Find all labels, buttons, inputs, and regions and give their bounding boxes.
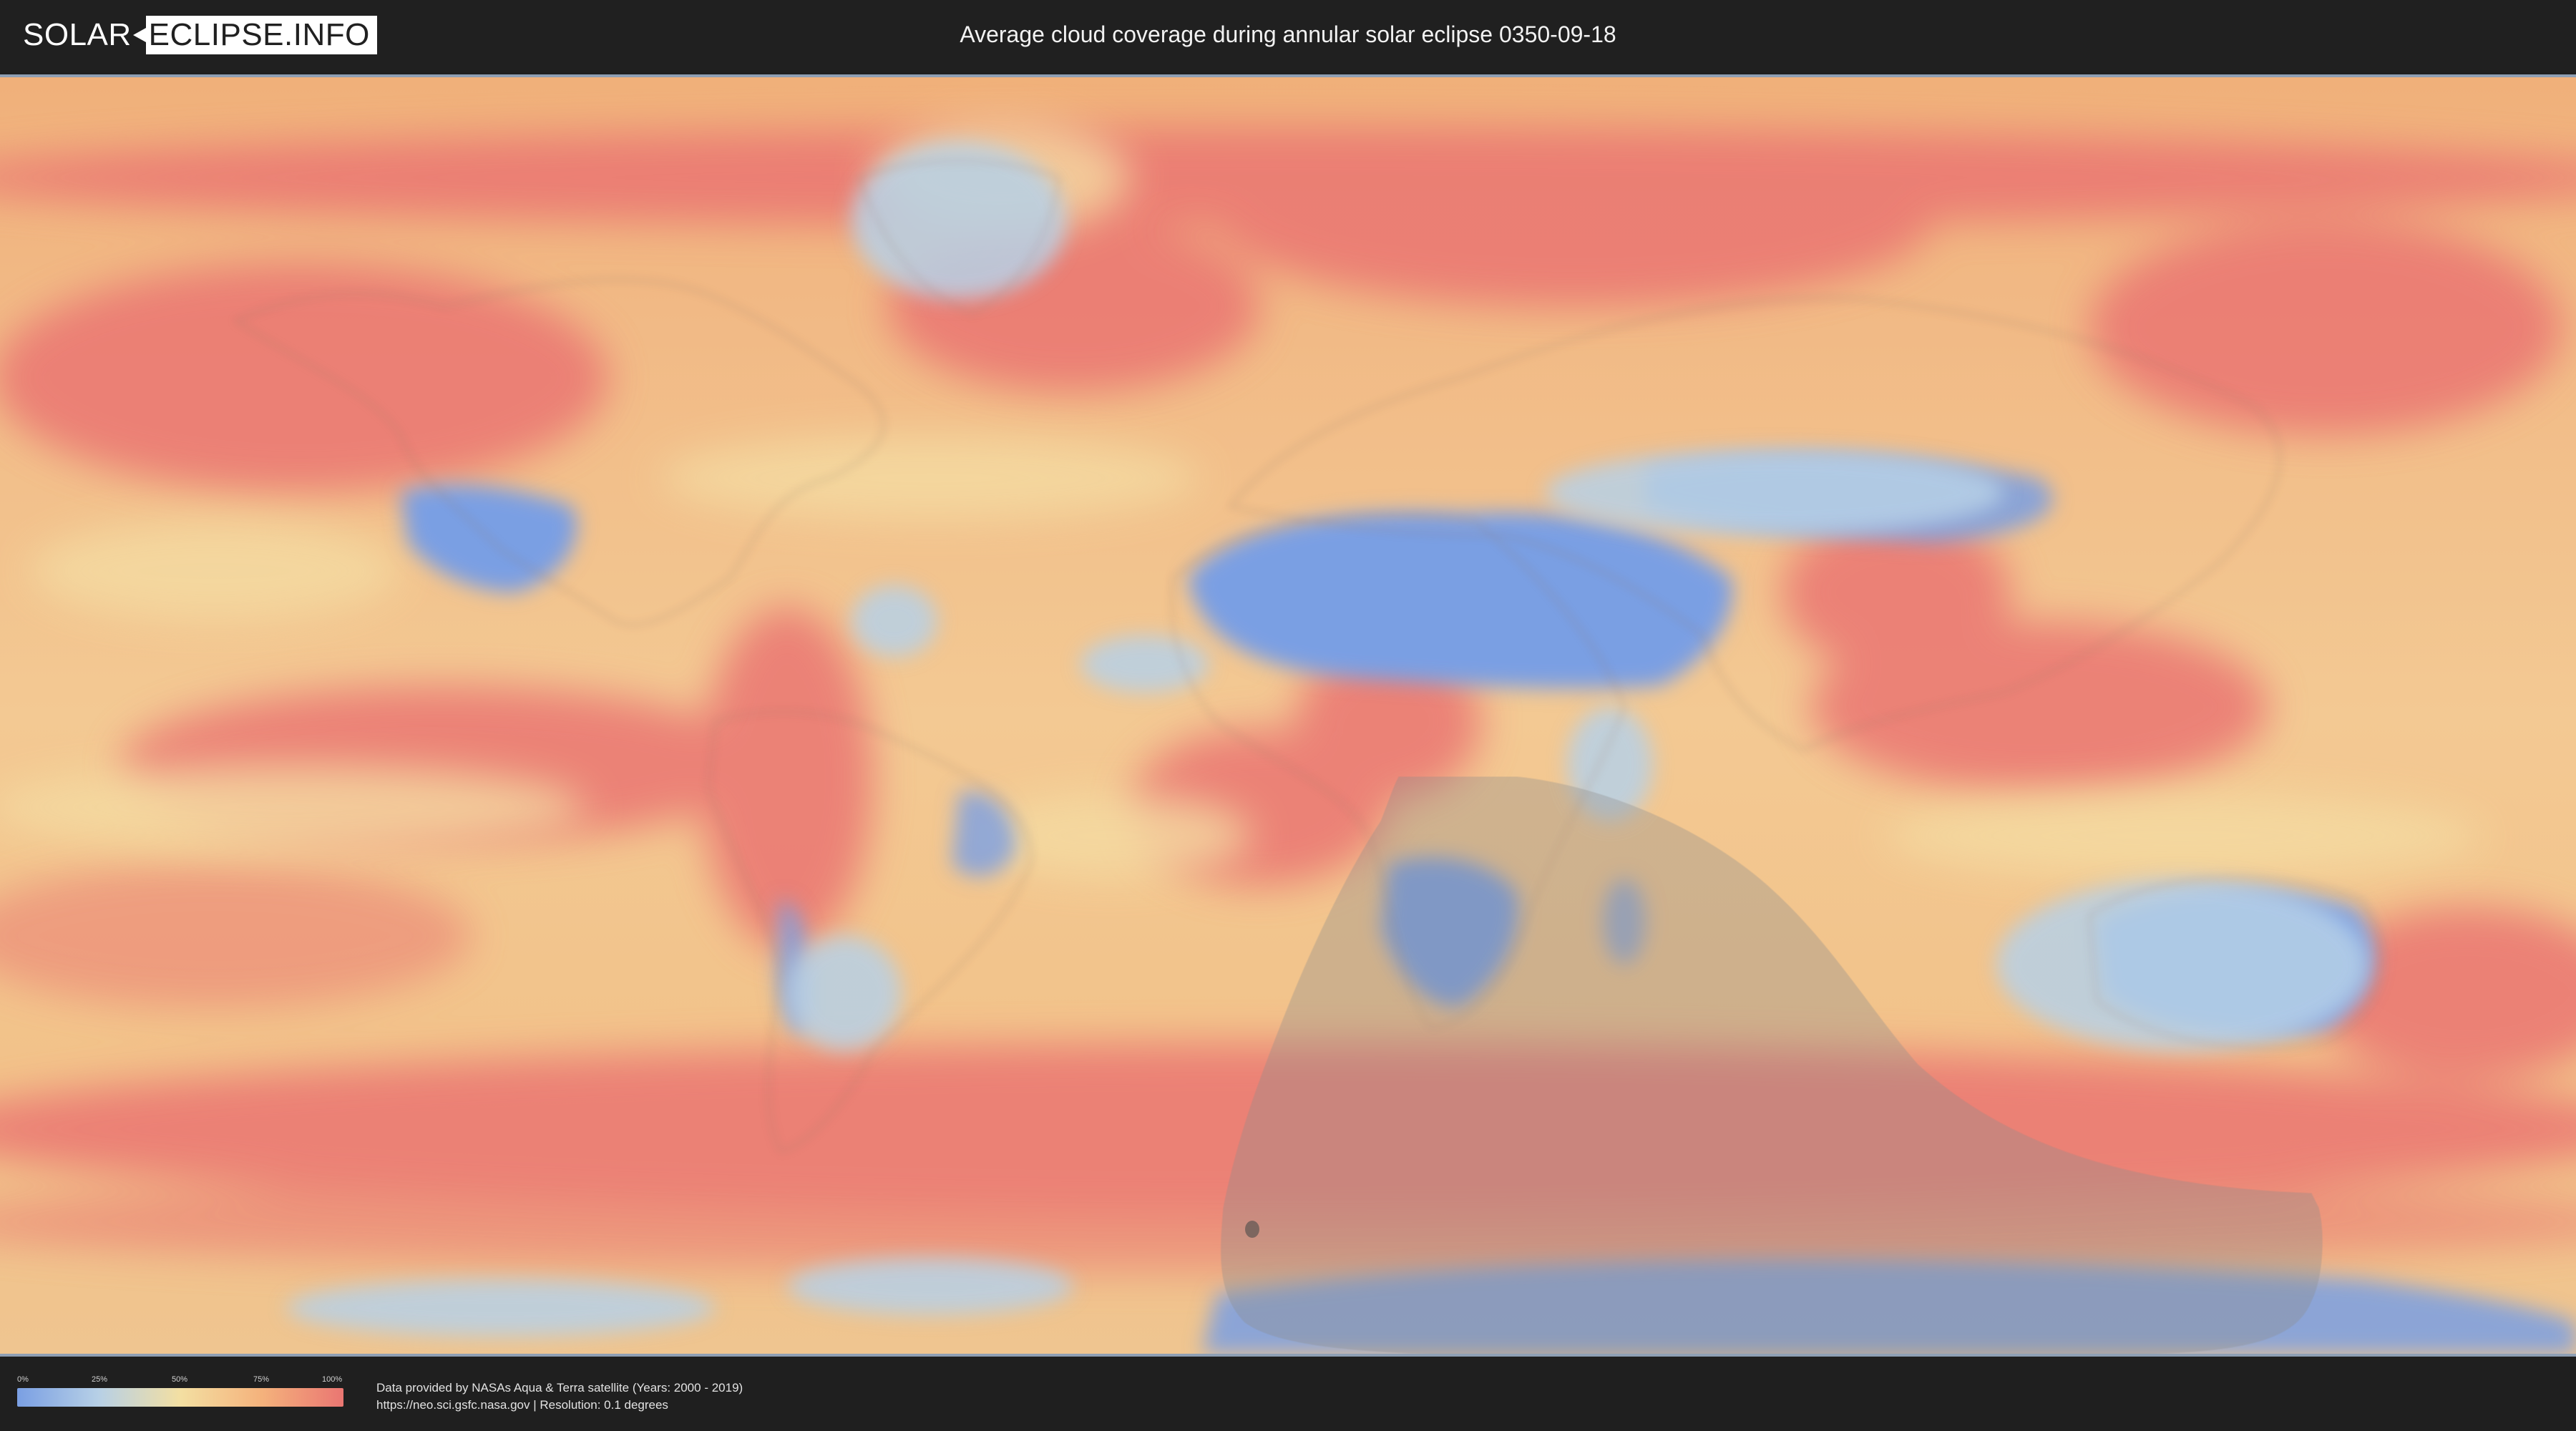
page-title: Average cloud coverage during annular so… [960, 21, 1616, 47]
legend-tick-0: 0% [17, 1375, 29, 1384]
data-credit: Data provided by NASAs Aqua & Terra sate… [376, 1379, 743, 1414]
cloud-coverage-legend: 0% 25% 50% 75% 100% [17, 1375, 343, 1410]
credit-line-url: https://neo.sci.gsfc.nasa.gov | Resoluti… [376, 1398, 668, 1412]
legend-tick-100: 100% [322, 1375, 343, 1384]
legend-ticks: 0% 25% 50% 75% 100% [17, 1375, 343, 1385]
page: SOLAR ECLIPSE.INFO Average cloud coverag… [0, 0, 2576, 1431]
legend-gradient-bar [17, 1388, 343, 1407]
legend-tick-25: 25% [92, 1375, 108, 1384]
eclipse-maximum-marker [1245, 1221, 1259, 1238]
legend-tick-75: 75% [253, 1375, 270, 1384]
footer-bar: 0% 25% 50% 75% 100% Data provided by NAS… [0, 1357, 2576, 1431]
cloud-coverage-map[interactable] [0, 77, 2576, 1354]
legend-tick-50: 50% [172, 1375, 188, 1384]
header-bar: SOLAR ECLIPSE.INFO Average cloud coverag… [0, 0, 2576, 72]
map-frame [0, 74, 2576, 1357]
credit-line-source: Data provided by NASAs Aqua & Terra sate… [376, 1381, 743, 1395]
